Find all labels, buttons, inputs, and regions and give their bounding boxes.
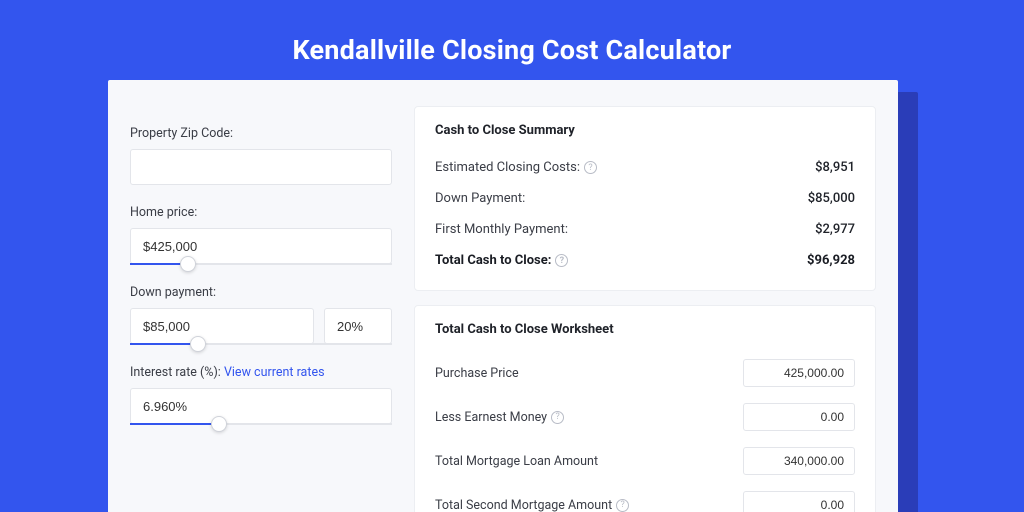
zip-field: Property Zip Code:	[130, 126, 392, 185]
worksheet-row: Purchase Price	[435, 351, 855, 395]
summary-total-label: Total Cash to Close:	[435, 253, 551, 268]
down-payment-input[interactable]	[130, 308, 314, 344]
summary-row-value: $2,977	[815, 222, 855, 237]
page-title: Kendallville Closing Cost Calculator	[0, 0, 1024, 66]
worksheet-row-input[interactable]	[743, 447, 855, 475]
worksheet-row-label: Less Earnest Money	[435, 410, 547, 425]
summary-total-value: $96,928	[807, 253, 855, 268]
results-column: Cash to Close Summary Estimated Closing …	[414, 106, 876, 512]
help-icon[interactable]: ?	[551, 411, 564, 424]
worksheet-row-input[interactable]	[743, 359, 855, 387]
worksheet-row-input[interactable]	[743, 403, 855, 431]
slider-fill	[130, 423, 219, 425]
summary-row: Estimated Closing Costs:? $8,951	[435, 152, 855, 183]
summary-panel: Cash to Close Summary Estimated Closing …	[414, 106, 876, 291]
summary-row: First Monthly Payment: $2,977	[435, 214, 855, 245]
summary-row-label: First Monthly Payment:	[435, 222, 568, 237]
worksheet-title: Total Cash to Close Worksheet	[435, 322, 855, 337]
interest-rate-input[interactable]	[130, 388, 392, 424]
down-payment-field: Down payment:	[130, 285, 392, 345]
worksheet-row: Total Second Mortgage Amount?	[435, 483, 855, 512]
worksheet-row-label: Total Mortgage Loan Amount	[435, 454, 598, 469]
view-rates-link[interactable]: View current rates	[224, 365, 325, 380]
summary-title: Cash to Close Summary	[435, 123, 855, 138]
zip-label: Property Zip Code:	[130, 126, 392, 141]
summary-row-label: Estimated Closing Costs:	[435, 160, 580, 175]
home-price-input[interactable]	[130, 228, 392, 264]
worksheet-row-input[interactable]	[743, 491, 855, 512]
worksheet-panel: Total Cash to Close Worksheet Purchase P…	[414, 305, 876, 512]
worksheet-row-label: Purchase Price	[435, 366, 519, 381]
help-icon[interactable]: ?	[555, 254, 568, 267]
interest-rate-slider[interactable]	[130, 423, 392, 425]
interest-rate-field: Interest rate (%): View current rates	[130, 365, 392, 425]
interest-rate-label-text: Interest rate (%):	[130, 365, 224, 380]
slider-fill	[130, 343, 198, 345]
slider-thumb[interactable]	[180, 256, 196, 272]
summary-row-label: Down Payment:	[435, 191, 525, 206]
home-price-label: Home price:	[130, 205, 392, 220]
summary-row: Down Payment: $85,000	[435, 183, 855, 214]
worksheet-row-label: Total Second Mortgage Amount	[435, 498, 612, 512]
help-icon[interactable]: ?	[616, 499, 629, 512]
slider-thumb[interactable]	[211, 416, 227, 432]
home-price-slider[interactable]	[130, 263, 392, 265]
summary-total-row: Total Cash to Close:? $96,928	[435, 245, 855, 276]
down-payment-label: Down payment:	[130, 285, 392, 300]
zip-input[interactable]	[130, 149, 392, 185]
home-price-field: Home price:	[130, 205, 392, 265]
down-payment-pct-input[interactable]	[324, 308, 392, 344]
calculator-card: Property Zip Code: Home price: Down paym…	[108, 80, 898, 512]
worksheet-row: Total Mortgage Loan Amount	[435, 439, 855, 483]
slider-thumb[interactable]	[190, 336, 206, 352]
interest-rate-label: Interest rate (%): View current rates	[130, 365, 392, 380]
inputs-column: Property Zip Code: Home price: Down paym…	[130, 106, 392, 512]
worksheet-row: Less Earnest Money?	[435, 395, 855, 439]
help-icon[interactable]: ?	[584, 161, 597, 174]
down-payment-slider[interactable]	[130, 343, 392, 345]
summary-row-value: $8,951	[815, 160, 855, 175]
summary-row-value: $85,000	[808, 191, 855, 206]
